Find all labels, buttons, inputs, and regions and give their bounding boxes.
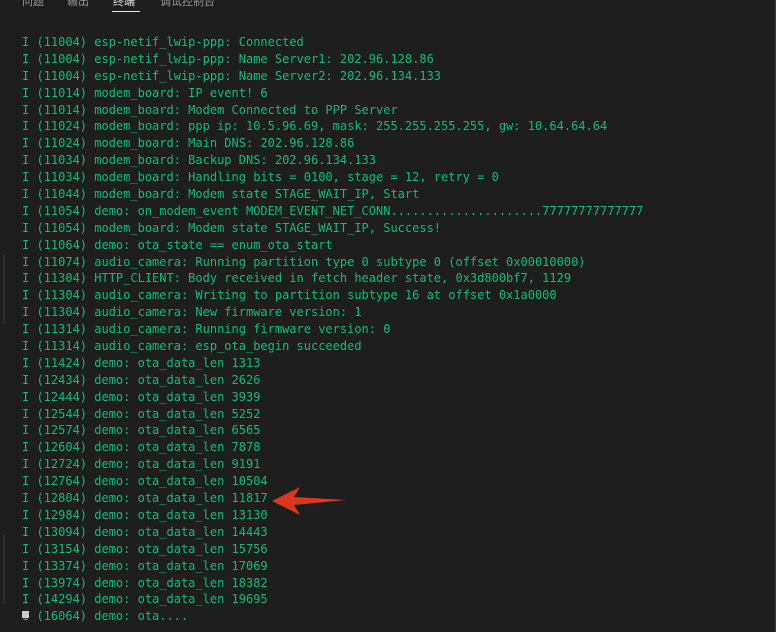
terminal-line: I (12434) demo: ota_data_len 2626 [22, 372, 261, 387]
red-arrow-shape [272, 487, 346, 515]
terminal-line: I (13974) demo: ota_data_len 18382 [22, 575, 268, 590]
terminal-line: I (11004) esp-netif_lwip-ppp: Name Serve… [22, 68, 442, 83]
terminal-line: I (12604) demo: ota_data_len 7878 [22, 440, 261, 455]
vscode-panel: 问题 输出 终端 调试控制台 I (11004) esp-netif_lwip-… [0, 0, 776, 632]
active-tab-indicator [112, 11, 140, 12]
terminal-line: I (12724) demo: ota_data_len 9191 [22, 457, 261, 472]
terminal-line: I (13094) demo: ota_data_len 14443 [22, 524, 268, 539]
terminal-line: I (11014) modem_board: Modem Connected t… [22, 102, 398, 117]
tab-terminal[interactable]: 终端 [113, 0, 135, 10]
terminal-line: I (11314) audio_camera: esp_ota_begin su… [22, 339, 362, 354]
terminal-line: I (11044) modem_board: Modem state STAGE… [22, 187, 420, 202]
terminal-line: I (11424) demo: ota_data_len 1313 [22, 355, 261, 370]
terminal-line: I (12444) demo: ota_data_len 3939 [22, 389, 261, 404]
terminal-line: I (11034) modem_board: Backup DNS: 202.9… [22, 153, 377, 168]
terminal-line: I (11304) audio_camera: Writing to parti… [22, 288, 557, 303]
terminal-line: I (11024) modem_board: ppp ip: 10.5.96.6… [22, 119, 608, 134]
terminal-line: I (11004) esp-netif_lwip-ppp: Connected [22, 35, 304, 49]
terminal-gutter-mark [3, 534, 5, 604]
terminal-line: I (11004) esp-netif_lwip-ppp: Name Serve… [22, 51, 434, 66]
terminal-output[interactable]: I (11004) esp-netif_lwip-ppp: Connected I… [0, 14, 774, 632]
tab-debug-console[interactable]: 调试控制台 [160, 0, 215, 10]
red-arrow-icon [272, 487, 346, 515]
terminal-line: I (13154) demo: ota_data_len 15756 [22, 541, 268, 556]
tab-output[interactable]: 输出 [67, 0, 89, 10]
terminal-line: I (11074) audio_camera: Running partitio… [22, 254, 586, 269]
terminal-line: I (12544) demo: ota_data_len 5252 [22, 406, 261, 421]
terminal-line: I (11064) demo: ota_state == enum_ota_st… [22, 237, 333, 252]
terminal-line: I (11014) modem_board: IP event! 6 [22, 85, 268, 100]
panel-tab-bar: 问题 输出 终端 调试控制台 [0, 0, 775, 14]
terminal-log: I (11004) esp-netif_lwip-ppp: Connected I… [22, 34, 643, 625]
terminal-line: I (16064) demo: ota.... [22, 609, 189, 624]
terminal-line: I (11024) modem_board: Main DNS: 202.96.… [22, 136, 355, 151]
terminal-line: I (11054) demo: on_modem_event MODEM_EVE… [22, 203, 644, 218]
terminal-line: I (14294) demo: ota_data_len 19695 [22, 592, 268, 607]
terminal-line: I (13374) demo: ota_data_len 17069 [22, 558, 268, 573]
terminal-line: I (11054) modem_board: Modem state STAGE… [22, 220, 442, 235]
terminal-cursor [22, 611, 29, 618]
terminal-line: I (11304) audio_camera: New firmware ver… [22, 305, 362, 320]
terminal-gutter-mark [3, 254, 5, 324]
terminal-line: I (11034) modem_board: Handling bits = 0… [22, 170, 499, 185]
tab-problems[interactable]: 问题 [22, 0, 44, 10]
terminal-line: I (11304) HTTP_CLIENT: Body received in … [22, 271, 572, 286]
terminal-line: I (11314) audio_camera: Running firmware… [22, 322, 391, 337]
terminal-line: I (12574) demo: ota_data_len 6565 [22, 423, 261, 438]
